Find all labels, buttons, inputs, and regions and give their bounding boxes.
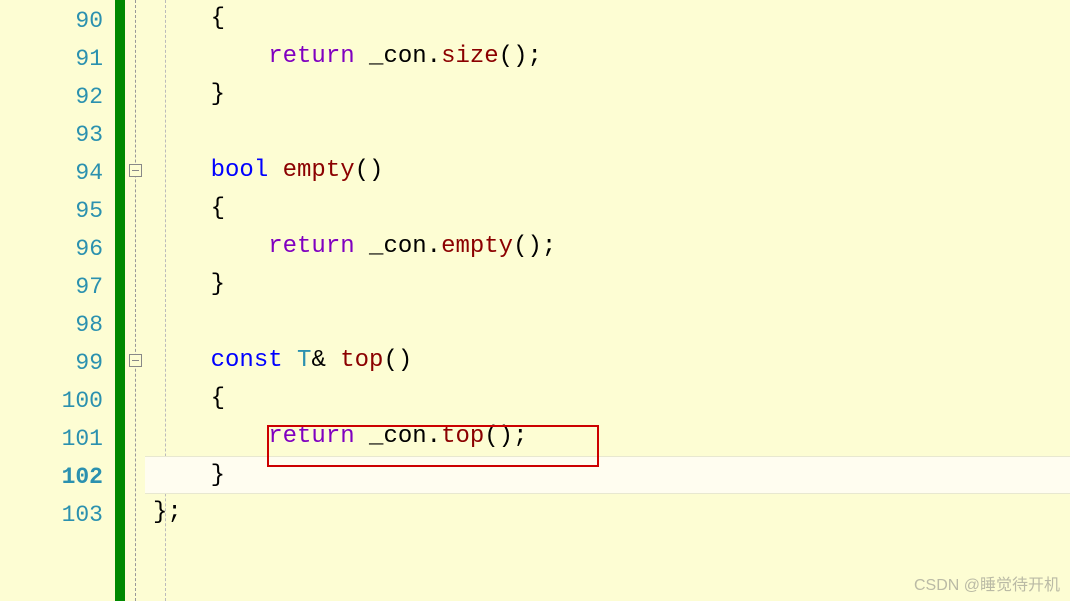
line-number: 100 xyxy=(0,382,115,420)
code-line[interactable]: } xyxy=(145,76,1070,114)
code-line[interactable]: return _con.empty(); xyxy=(145,228,1070,266)
line-number: 91 xyxy=(0,40,115,78)
watermark: CSDN @睡觉待开机 xyxy=(914,571,1060,595)
line-number: 95 xyxy=(0,192,115,230)
change-margin xyxy=(115,0,125,601)
line-number: 103 xyxy=(0,496,115,534)
code-area[interactable]: { return _con.size(); } bool empty() { r… xyxy=(145,0,1070,601)
line-number-gutter: 90919293949596979899100101102103 xyxy=(0,0,115,601)
line-number: 96 xyxy=(0,230,115,268)
code-line[interactable] xyxy=(145,304,1070,342)
code-line[interactable] xyxy=(145,114,1070,152)
line-number: 90 xyxy=(0,2,115,40)
line-number: 97 xyxy=(0,268,115,306)
line-number: 94 xyxy=(0,154,115,192)
line-number: 98 xyxy=(0,306,115,344)
fold-column xyxy=(125,0,145,601)
fold-toggle-icon[interactable] xyxy=(129,164,142,177)
fold-guide-line xyxy=(135,0,136,601)
code-line[interactable]: const T& top() xyxy=(145,342,1070,380)
code-editor: 90919293949596979899100101102103 { retur… xyxy=(0,0,1070,601)
code-line[interactable]: return _con.size(); xyxy=(145,38,1070,76)
code-line[interactable]: { xyxy=(145,0,1070,38)
code-line[interactable]: bool empty() xyxy=(145,152,1070,190)
line-number: 102 xyxy=(0,458,115,496)
code-line[interactable]: { xyxy=(145,190,1070,228)
code-line[interactable]: return _con.top(); xyxy=(145,418,1070,456)
code-line[interactable]: }; xyxy=(145,494,1070,532)
line-number: 92 xyxy=(0,78,115,116)
fold-toggle-icon[interactable] xyxy=(129,354,142,367)
line-number: 101 xyxy=(0,420,115,458)
line-number: 93 xyxy=(0,116,115,154)
code-line[interactable]: { xyxy=(145,380,1070,418)
code-line[interactable]: } xyxy=(145,266,1070,304)
line-number: 99 xyxy=(0,344,115,382)
code-line[interactable]: } xyxy=(145,456,1070,494)
